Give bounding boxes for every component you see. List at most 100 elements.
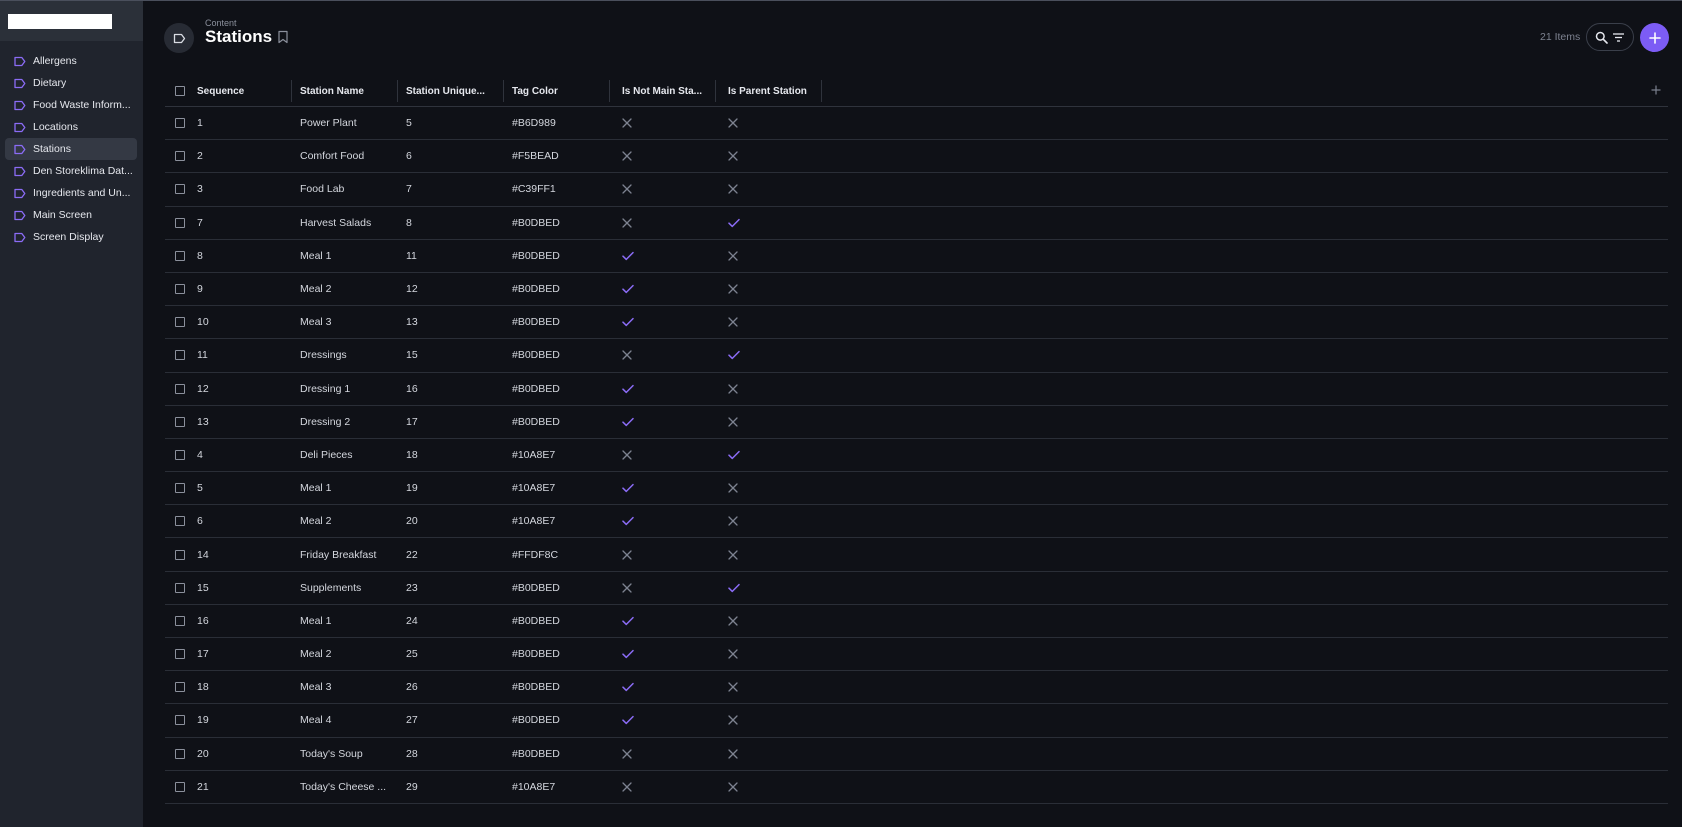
cell-station-unique: 8	[406, 216, 412, 229]
sidebar-header	[0, 1, 143, 41]
row-checkbox[interactable]	[165, 715, 197, 726]
table-row[interactable]: 1 Power Plant 5 #B6D989	[165, 107, 1668, 141]
check-icon	[716, 218, 822, 228]
row-checkbox[interactable]	[165, 649, 197, 660]
table-row[interactable]: 9 Meal 2 12 #B0DBED	[165, 273, 1668, 307]
sidebar-item-locations[interactable]: Locations	[5, 116, 137, 138]
row-checkbox[interactable]	[165, 483, 197, 494]
table-row[interactable]: 12 Dressing 1 16 #B0DBED	[165, 373, 1668, 406]
column-header-is-not-main-station[interactable]: Is Not Main Sta...	[610, 80, 716, 102]
project-logo[interactable]	[8, 14, 112, 29]
column-header-station-unique[interactable]: Station Unique...	[398, 80, 504, 102]
cell-station-unique: 27	[406, 714, 418, 727]
sidebar-item-ingredients-and-un[interactable]: Ingredients and Un...	[5, 182, 137, 204]
search-filter-group	[1586, 23, 1634, 51]
bookmark-icon[interactable]	[277, 30, 289, 44]
row-checkbox[interactable]	[165, 118, 197, 129]
sidebar-item-main-screen[interactable]: Main Screen	[5, 204, 137, 226]
cell-sequence: 5	[197, 482, 203, 495]
table-row[interactable]: 19 Meal 4 27 #B0DBED	[165, 704, 1668, 738]
table-row[interactable]: 20 Today's Soup 28 #B0DBED	[165, 738, 1668, 771]
row-checkbox[interactable]	[165, 217, 197, 228]
row-checkbox[interactable]	[165, 416, 197, 427]
sidebar-item-stations[interactable]: Stations	[5, 138, 137, 160]
column-header-sequence[interactable]: Sequence	[197, 80, 292, 102]
table-row[interactable]: 6 Meal 2 20 #10A8E7	[165, 505, 1668, 539]
plus-icon	[1648, 31, 1661, 44]
row-checkbox[interactable]	[165, 781, 197, 792]
cell-station-unique: 19	[406, 482, 418, 495]
cell-station-unique: 28	[406, 747, 418, 760]
row-checkbox[interactable]	[165, 748, 197, 759]
row-checkbox[interactable]	[165, 151, 197, 162]
cell-station-unique: 29	[406, 780, 418, 793]
row-checkbox[interactable]	[165, 383, 197, 394]
cell-tag-color: #B0DBED	[512, 681, 560, 694]
cross-icon	[610, 218, 716, 228]
cross-icon	[716, 151, 822, 161]
table-row[interactable]: 13 Dressing 2 17 #B0DBED	[165, 406, 1668, 439]
column-header-station-name[interactable]: Station Name	[292, 80, 398, 102]
cell-sequence: 16	[197, 614, 209, 627]
table-row[interactable]: 17 Meal 2 25 #B0DBED	[165, 638, 1668, 672]
table-row[interactable]: 11 Dressings 15 #B0DBED	[165, 339, 1668, 373]
check-icon	[610, 483, 716, 493]
select-all-checkbox[interactable]	[165, 86, 197, 96]
cell-tag-color: #10A8E7	[512, 780, 556, 793]
search-icon[interactable]	[1595, 31, 1608, 44]
row-checkbox[interactable]	[165, 184, 197, 195]
table-row[interactable]: 18 Meal 3 26 #B0DBED	[165, 671, 1668, 705]
cell-station-name: Comfort Food	[300, 150, 365, 163]
table-row[interactable]: 2 Comfort Food 6 #F5BEAD	[165, 140, 1668, 174]
sidebar-item-label: Screen Display	[33, 231, 104, 243]
sidebar-item-allergens[interactable]: Allergens	[5, 50, 137, 72]
collection-icon	[14, 210, 26, 221]
sidebar-item-screen-display[interactable]: Screen Display	[5, 226, 137, 248]
table-row[interactable]: 10 Meal 3 13 #B0DBED	[165, 306, 1668, 340]
row-checkbox[interactable]	[165, 549, 197, 560]
cell-tag-color: #C39FF1	[512, 183, 556, 196]
row-checkbox[interactable]	[165, 317, 197, 328]
column-header-tag-color[interactable]: Tag Color	[504, 80, 610, 102]
cell-tag-color: #B6D989	[512, 117, 556, 130]
column-header-is-parent-station[interactable]: Is Parent Station	[716, 80, 822, 102]
collection-icon	[14, 78, 26, 89]
cross-icon	[610, 151, 716, 161]
table-row[interactable]: 3 Food Lab 7 #C39FF1	[165, 173, 1668, 207]
table-row[interactable]: 4 Deli Pieces 18 #10A8E7	[165, 439, 1668, 473]
table-row[interactable]: 16 Meal 1 24 #B0DBED	[165, 605, 1668, 638]
sidebar-item-den-storeklima-dat[interactable]: Den Storeklima Dat...	[5, 160, 137, 182]
cell-tag-color: #B0DBED	[512, 714, 560, 727]
table-row[interactable]: 8 Meal 1 11 #B0DBED	[165, 240, 1668, 273]
row-checkbox[interactable]	[165, 516, 197, 527]
row-checkbox[interactable]	[165, 582, 197, 593]
filter-icon[interactable]	[1612, 32, 1625, 43]
cell-station-unique: 5	[406, 117, 412, 130]
cross-icon	[716, 483, 822, 493]
table-row[interactable]: 5 Meal 1 19 #10A8E7	[165, 472, 1668, 506]
sidebar-item-label: Main Screen	[33, 209, 92, 221]
collection-icon	[14, 232, 26, 243]
cell-tag-color: #B0DBED	[512, 216, 560, 229]
table-row[interactable]: 14 Friday Breakfast 22 #FFDF8C	[165, 538, 1668, 572]
row-checkbox[interactable]	[165, 350, 197, 361]
check-icon	[610, 317, 716, 327]
row-checkbox[interactable]	[165, 250, 197, 261]
add-item-button[interactable]	[1640, 23, 1669, 52]
table-row[interactable]: 15 Supplements 23 #B0DBED	[165, 572, 1668, 605]
row-checkbox[interactable]	[165, 615, 197, 626]
row-checkbox[interactable]	[165, 284, 197, 295]
cell-sequence: 2	[197, 150, 203, 163]
row-checkbox[interactable]	[165, 682, 197, 693]
table-row[interactable]: 21 Today's Cheese ... 29 #10A8E7	[165, 771, 1668, 804]
row-checkbox[interactable]	[165, 449, 197, 460]
cross-icon	[716, 284, 822, 294]
sidebar: Allergens Dietary Food Waste Inform... Loca…	[0, 1, 143, 827]
table-row[interactable]: 7 Harvest Salads 8 #B0DBED	[165, 207, 1668, 240]
cross-icon	[716, 118, 822, 128]
add-column-icon[interactable]	[1650, 84, 1662, 96]
cell-sequence: 17	[197, 648, 209, 661]
sidebar-item-food-waste-inform[interactable]: Food Waste Inform...	[5, 94, 137, 116]
check-icon	[716, 350, 822, 360]
sidebar-item-dietary[interactable]: Dietary	[5, 72, 137, 94]
